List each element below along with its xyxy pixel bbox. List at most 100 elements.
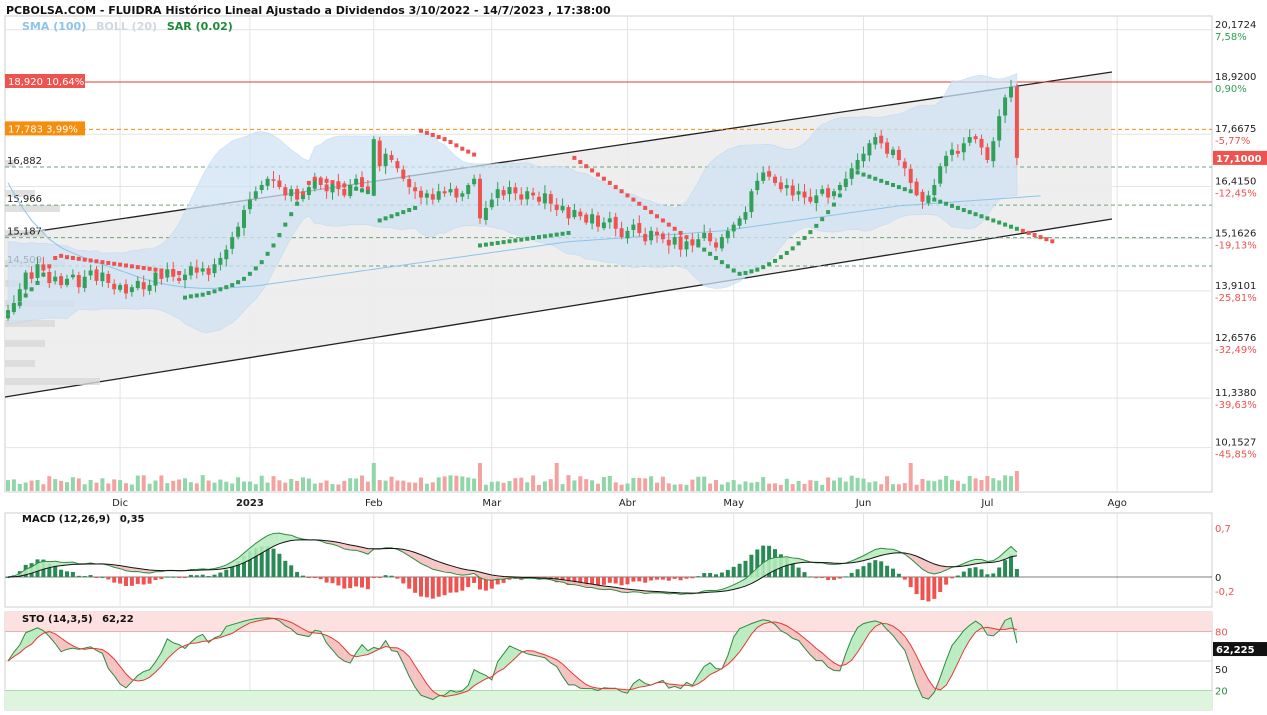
macd-histogram-bar	[200, 574, 205, 577]
candle-body	[47, 271, 52, 283]
macd-histogram-bar	[183, 577, 187, 578]
volume-bar	[1014, 471, 1019, 491]
x-axis-label: Feb	[365, 498, 383, 509]
candle-body	[932, 184, 937, 196]
sar-dot	[973, 212, 978, 217]
volume-bar	[271, 476, 276, 491]
macd-histogram-bar	[277, 553, 282, 577]
volume-bar	[755, 482, 760, 491]
price-axis: 20,17247,58% 18,92000,90% 17,6675-5,77% 16,…	[1213, 20, 1267, 461]
macd-histogram-bar	[177, 577, 182, 578]
macd-histogram-bar	[59, 569, 64, 577]
candle-body	[395, 161, 400, 169]
sar-dot	[920, 193, 925, 198]
candle-body	[767, 171, 772, 177]
candle-body	[242, 210, 246, 228]
sar-dot	[649, 210, 654, 215]
volume-bar	[65, 482, 69, 491]
macd-histogram-bar	[696, 576, 701, 578]
volume-bar	[82, 484, 87, 491]
sar-dot	[82, 257, 87, 262]
macd-histogram-bar	[289, 565, 294, 577]
volume-bar	[88, 480, 93, 491]
candle-body	[725, 230, 730, 239]
volume-bar	[289, 478, 294, 491]
candle-body	[200, 268, 205, 272]
macd-histogram-bar	[708, 572, 713, 577]
volume-bar	[141, 475, 146, 491]
sar-legend[interactable]: SAR (0.02)	[167, 20, 233, 33]
candle-body	[271, 179, 276, 181]
candle-body	[637, 223, 642, 233]
candle-body	[660, 233, 665, 240]
volume-bar	[342, 480, 347, 491]
sar-dot	[808, 230, 813, 235]
x-axis-label: Mar	[482, 498, 502, 509]
sar-dot	[430, 132, 435, 137]
volume-bar	[796, 480, 801, 491]
candle-body	[714, 242, 718, 248]
volume-bar	[820, 484, 825, 491]
volume-bar	[206, 480, 211, 491]
sar-dot	[784, 250, 789, 255]
candle	[478, 173, 482, 224]
price-axis-label: 11,3380	[1215, 388, 1256, 399]
candle-body	[212, 264, 217, 274]
volume-bar	[542, 481, 547, 491]
macd-histogram-bar	[649, 577, 654, 581]
candle-body	[466, 184, 471, 195]
volume-bar	[395, 480, 400, 491]
candle-body	[277, 180, 282, 188]
sar-dot	[596, 172, 600, 177]
volume-bar	[383, 480, 388, 491]
volume-profile-bar	[5, 360, 35, 367]
price-axis-label: 20,1724	[1215, 20, 1256, 31]
sar-dot	[672, 226, 677, 231]
sar-dot	[259, 260, 264, 265]
macd-histogram-bar	[938, 577, 943, 592]
sma-legend[interactable]: SMA (100)	[22, 20, 86, 33]
candle-body	[938, 166, 943, 184]
candle-body	[454, 188, 459, 198]
sar-dot	[513, 238, 518, 243]
macd-histogram-bar	[271, 548, 276, 577]
x-axis-label: Jun	[855, 498, 872, 509]
sar-dot	[478, 243, 482, 248]
sar-dot	[153, 267, 158, 272]
candle-body	[247, 199, 252, 210]
price-axis-label: 17,6675	[1215, 124, 1256, 135]
price-axis-percent: -5,77%	[1215, 136, 1250, 147]
sar-dot	[660, 218, 665, 223]
macd-histogram-bar	[672, 577, 677, 579]
candle-body	[436, 191, 441, 200]
macd-histogram-bar	[714, 574, 718, 577]
sar-dot	[619, 189, 624, 194]
boll-legend[interactable]: BOLL (20)	[96, 20, 157, 33]
sar-dot	[135, 265, 140, 270]
candle-body	[354, 178, 359, 185]
macd-histogram-bar	[631, 577, 636, 582]
sar-dot	[1044, 237, 1049, 242]
sar-dot	[306, 180, 311, 185]
sar-dot	[183, 295, 187, 300]
candle-body	[955, 150, 960, 154]
candle-body	[678, 236, 683, 250]
chart-canvas[interactable]: Dic 2023 Feb Mar Abr May Jun Jul Ago 18,920 10,64…	[0, 0, 1267, 715]
candle-body	[495, 189, 500, 199]
candle-body	[666, 239, 671, 246]
price-axis-percent: -12,45%	[1215, 188, 1257, 199]
sar-dot	[88, 258, 93, 263]
sar-dot	[714, 255, 718, 260]
candle-body	[902, 161, 907, 169]
macd-histogram-bar	[283, 560, 288, 577]
sar-dot	[283, 222, 288, 227]
volume-bar	[767, 483, 772, 491]
sar-dot	[531, 235, 536, 240]
macd-histogram-bar	[967, 568, 972, 577]
candle-body	[548, 194, 553, 204]
candle-body	[566, 207, 571, 219]
sar-dot	[696, 243, 701, 248]
macd-axis-label: -0,2	[1215, 587, 1235, 598]
sar-dot	[129, 264, 134, 269]
volume-bar	[932, 481, 937, 491]
